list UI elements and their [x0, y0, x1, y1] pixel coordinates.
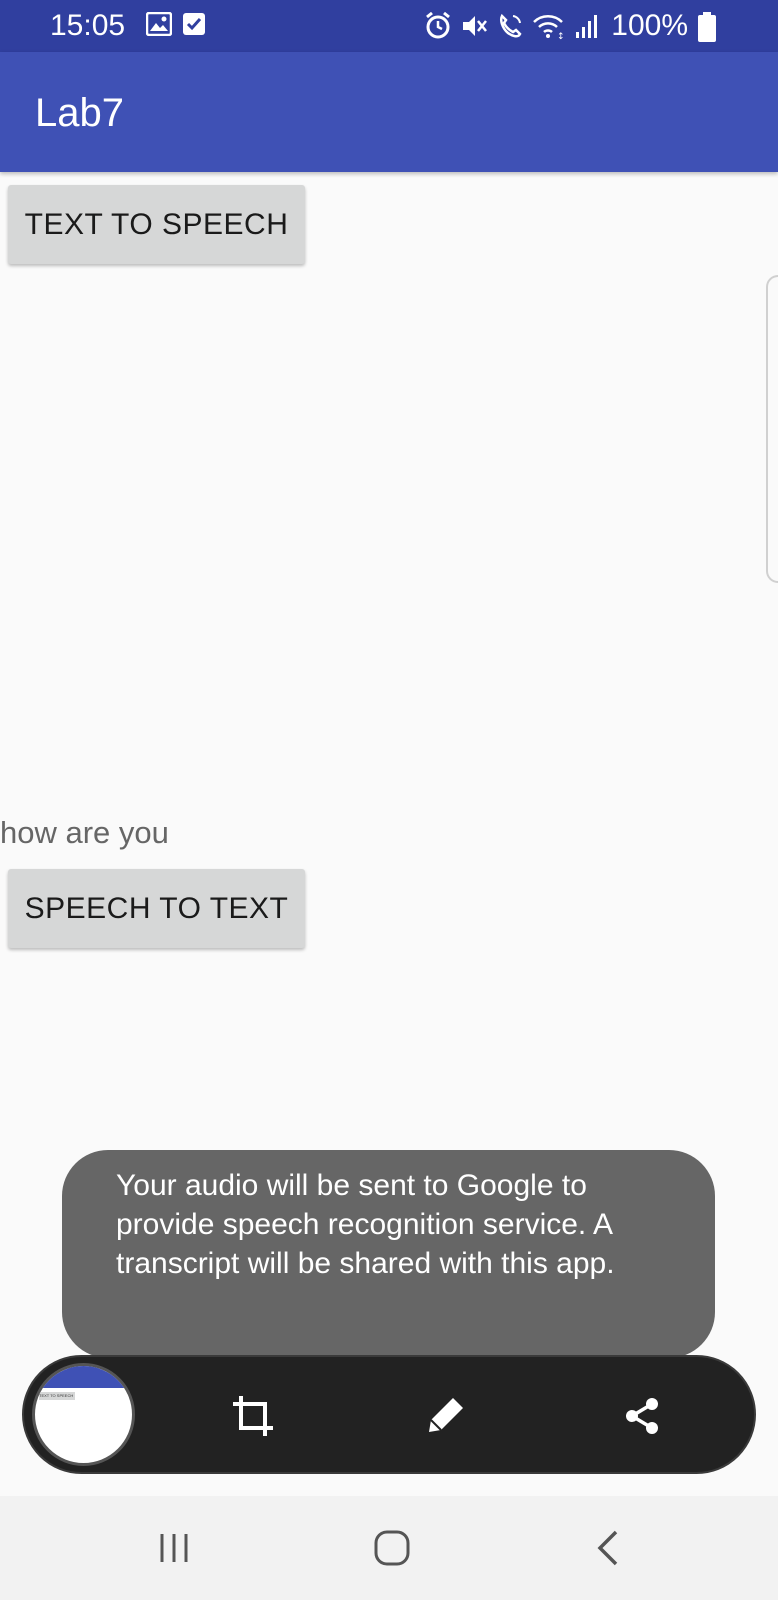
svg-text:↕: ↕ — [557, 32, 565, 40]
speech-to-text-button[interactable]: SPEECH TO TEXT — [8, 869, 305, 948]
status-left-icons — [145, 11, 206, 41]
toast-text: Your audio will be sent to Google to pro… — [116, 1169, 615, 1280]
screenshot-thumbnail[interactable]: TEXT TO SPEECH — [32, 1363, 135, 1466]
text-to-speech-button[interactable]: TEXT TO SPEECH — [8, 185, 305, 264]
battery-percentage: 100% — [611, 9, 688, 42]
edit-icon[interactable] — [422, 1393, 468, 1439]
app-title: Lab7 — [35, 91, 124, 135]
crop-icon[interactable] — [230, 1393, 276, 1439]
alarm-icon — [424, 11, 452, 45]
toast-message: Your audio will be sent to Google to pro… — [62, 1150, 715, 1358]
share-icon[interactable] — [619, 1393, 665, 1439]
home-icon[interactable] — [370, 1526, 414, 1570]
wifi-call-icon — [496, 12, 524, 45]
recognized-text: how are you — [0, 815, 169, 850]
navigation-bar — [0, 1496, 778, 1600]
recent-apps-icon[interactable] — [152, 1526, 196, 1570]
screenshot-toolbar: TEXT TO SPEECH — [22, 1355, 756, 1474]
thumbnail-button: TEXT TO SPEECH — [39, 1392, 75, 1400]
signal-icon — [574, 12, 600, 45]
wifi-icon: ↕ — [532, 12, 566, 45]
back-icon[interactable] — [588, 1526, 632, 1570]
mute-icon — [460, 12, 488, 45]
status-right-icons: ↕ — [424, 11, 600, 45]
status-bar: 15:05 ↕ 100% — [0, 0, 778, 52]
thumbnail-toolbar — [35, 1366, 132, 1388]
edge-panel-handle[interactable] — [766, 275, 778, 583]
image-icon — [145, 11, 173, 41]
check-box-icon — [182, 12, 206, 41]
battery-icon — [698, 12, 716, 47]
status-time: 15:05 — [50, 9, 126, 42]
app-toolbar: Lab7 — [0, 52, 778, 172]
